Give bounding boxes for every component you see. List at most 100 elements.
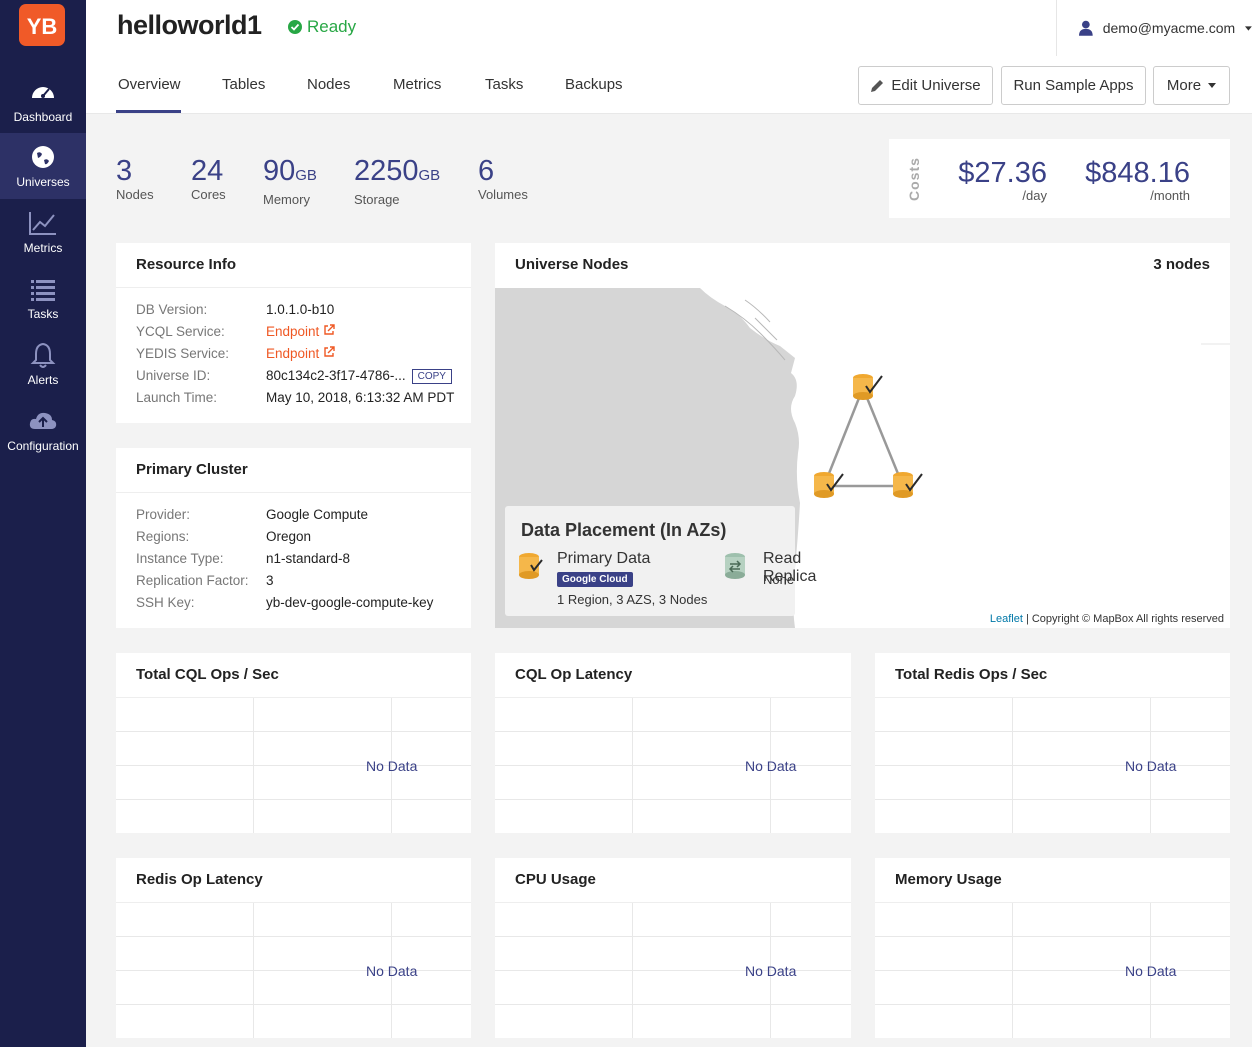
sidebar-item-alerts[interactable]: Alerts [0, 331, 86, 397]
tab-tasks[interactable]: Tasks [485, 76, 523, 93]
kv-value: n1-standard-8 [266, 551, 351, 566]
sidebar-item-metrics[interactable]: Metrics [0, 199, 86, 265]
chart-grid: No Data [875, 698, 1230, 833]
user-email: demo@myacme.com [1102, 20, 1236, 36]
no-data-text: No Data [1125, 758, 1177, 774]
yedis-endpoint-link[interactable]: Endpoint [266, 346, 335, 361]
user-menu[interactable]: demo@myacme.com [1056, 0, 1252, 56]
primary-data-desc: 1 Region, 3 AZS, 3 Nodes [557, 592, 708, 607]
costs-label: Costs [906, 157, 922, 201]
tab-backups[interactable]: Backups [565, 76, 623, 93]
ycql-endpoint-link[interactable]: Endpoint [266, 324, 335, 339]
chart-grid: No Data [875, 903, 1230, 1038]
edit-universe-label: Edit Universe [891, 77, 981, 94]
status-badge: Ready [288, 17, 356, 37]
sidebar-item-dashboard[interactable]: Dashboard [0, 68, 86, 134]
pencil-icon [871, 79, 884, 92]
sidebar-item-configuration[interactable]: Configuration [0, 397, 86, 463]
tab-tables[interactable]: Tables [222, 76, 265, 93]
chart-grid: No Data [116, 698, 471, 833]
tab-metrics[interactable]: Metrics [393, 76, 441, 93]
stat-unit: GB [418, 167, 441, 184]
read-replica-icon [725, 553, 745, 579]
kv-key: YEDIS Service: [136, 346, 230, 361]
kv-key: DB Version: [136, 302, 208, 317]
data-placement-panel: Data Placement (In AZs) Primary Data Goo… [505, 506, 816, 616]
card-title: Resource Info [116, 243, 471, 288]
page-title: helloworld1 [117, 10, 262, 40]
sidebar-item-label: Tasks [27, 307, 59, 321]
stat-nodes: 3 Nodes [116, 155, 154, 202]
tab-bar: Overview Tables Nodes Metrics Tasks Back… [86, 56, 1252, 114]
stat-value: 6 [478, 155, 495, 187]
kv-key: Provider: [136, 507, 191, 522]
kv-value: May 10, 2018, 6:13:32 AM PDT [266, 390, 455, 405]
map-copyright: | Copyright © MapBox All rights reserved [1025, 613, 1224, 625]
chart-grid: No Data [495, 698, 851, 833]
kv-key: SSH Key: [136, 595, 195, 610]
card-title: Total Redis Ops / Sec [875, 653, 1230, 698]
chart-icon [29, 212, 56, 235]
chart-card-cpu-usage: CPU Usage No Data [495, 858, 851, 1038]
copy-button[interactable]: COPY [411, 368, 452, 384]
chart-card-total-cql-ops: Total CQL Ops / Sec No Data [116, 653, 471, 833]
kv-value: 80c134c2-3f17-4786-... COPY [266, 368, 452, 384]
stat-volumes: 6 Volumes [478, 155, 528, 202]
user-icon [1079, 20, 1093, 36]
primary-cluster-card: Primary Cluster Provider: Google Compute … [116, 448, 471, 628]
node-count: 3 nodes [1153, 256, 1210, 273]
run-sample-apps-button[interactable]: Run Sample Apps [1001, 66, 1146, 105]
card-title: Universe Nodes [515, 256, 629, 273]
chart-card-redis-op-latency: Redis Op Latency No Data [116, 858, 471, 1038]
caret-down-icon [1208, 83, 1217, 88]
chart-card-memory-usage: Memory Usage No Data [875, 858, 1230, 1038]
globe-icon [32, 146, 54, 168]
cost-per-day-label: /day [1022, 188, 1047, 203]
sidebar-item-universes[interactable]: Universes [0, 133, 86, 199]
kv-value: yb-dev-google-compute-key [266, 595, 434, 610]
resource-info-card: Resource Info DB Version: 1.0.1.0-b10 YC… [116, 243, 471, 423]
card-title: Total CQL Ops / Sec [116, 653, 471, 698]
more-button[interactable]: More [1153, 66, 1230, 105]
card-title: Primary Cluster [116, 448, 471, 493]
leaflet-link[interactable]: Leaflet [990, 613, 1023, 625]
link-text: Endpoint [266, 324, 320, 339]
chart-card-cql-op-latency: CQL Op Latency No Data [495, 653, 851, 833]
external-link-icon [324, 346, 335, 357]
tab-nodes[interactable]: Nodes [307, 76, 350, 93]
kv-key: YCQL Service: [136, 324, 225, 339]
card-title: Memory Usage [875, 858, 1230, 903]
link-text: Endpoint [266, 346, 320, 361]
primary-data-icon [519, 553, 543, 579]
caret-down-icon [1245, 25, 1252, 31]
tab-overview[interactable]: Overview [118, 76, 181, 93]
kv-value: 1.0.1.0-b10 [266, 302, 335, 317]
bell-icon [30, 342, 56, 368]
node-map[interactable]: Data Placement (In AZs) Primary Data Goo… [495, 288, 1230, 628]
sidebar-item-label: Alerts [27, 373, 59, 387]
stat-value: 3 [116, 155, 133, 187]
provider-badge: Google Cloud [557, 572, 633, 587]
status-text: Ready [307, 17, 357, 36]
card-header: Universe Nodes 3 nodes [495, 243, 1230, 288]
stat-label: Memory [263, 192, 310, 207]
chart-grid: No Data [116, 903, 471, 1038]
active-tab-indicator [116, 110, 181, 113]
svg-text:YB: YB [27, 14, 58, 39]
stat-unit: GB [295, 167, 317, 184]
cost-per-month: $848.16 [1085, 157, 1190, 189]
kv-key: Universe ID: [136, 368, 211, 383]
stat-memory: 90GB Memory [263, 155, 317, 207]
stat-label: Volumes [478, 187, 528, 202]
universe-nodes-card: Universe Nodes 3 nodes Data Placement (I… [495, 243, 1230, 628]
stat-value: 90 [263, 155, 296, 187]
edit-universe-button[interactable]: Edit Universe [858, 66, 993, 105]
no-data-text: No Data [1125, 963, 1177, 979]
kv-value: Google Compute [266, 507, 369, 522]
sidebar-item-tasks[interactable]: Tasks [0, 265, 86, 331]
sidebar: YB Dashboard Universes Metrics Tasks Ale… [0, 0, 86, 1047]
yb-logo[interactable]: YB [19, 4, 65, 46]
primary-data-label: Primary Data [557, 550, 651, 567]
stat-value: 24 [191, 155, 224, 187]
kv-value: 3 [266, 573, 274, 588]
